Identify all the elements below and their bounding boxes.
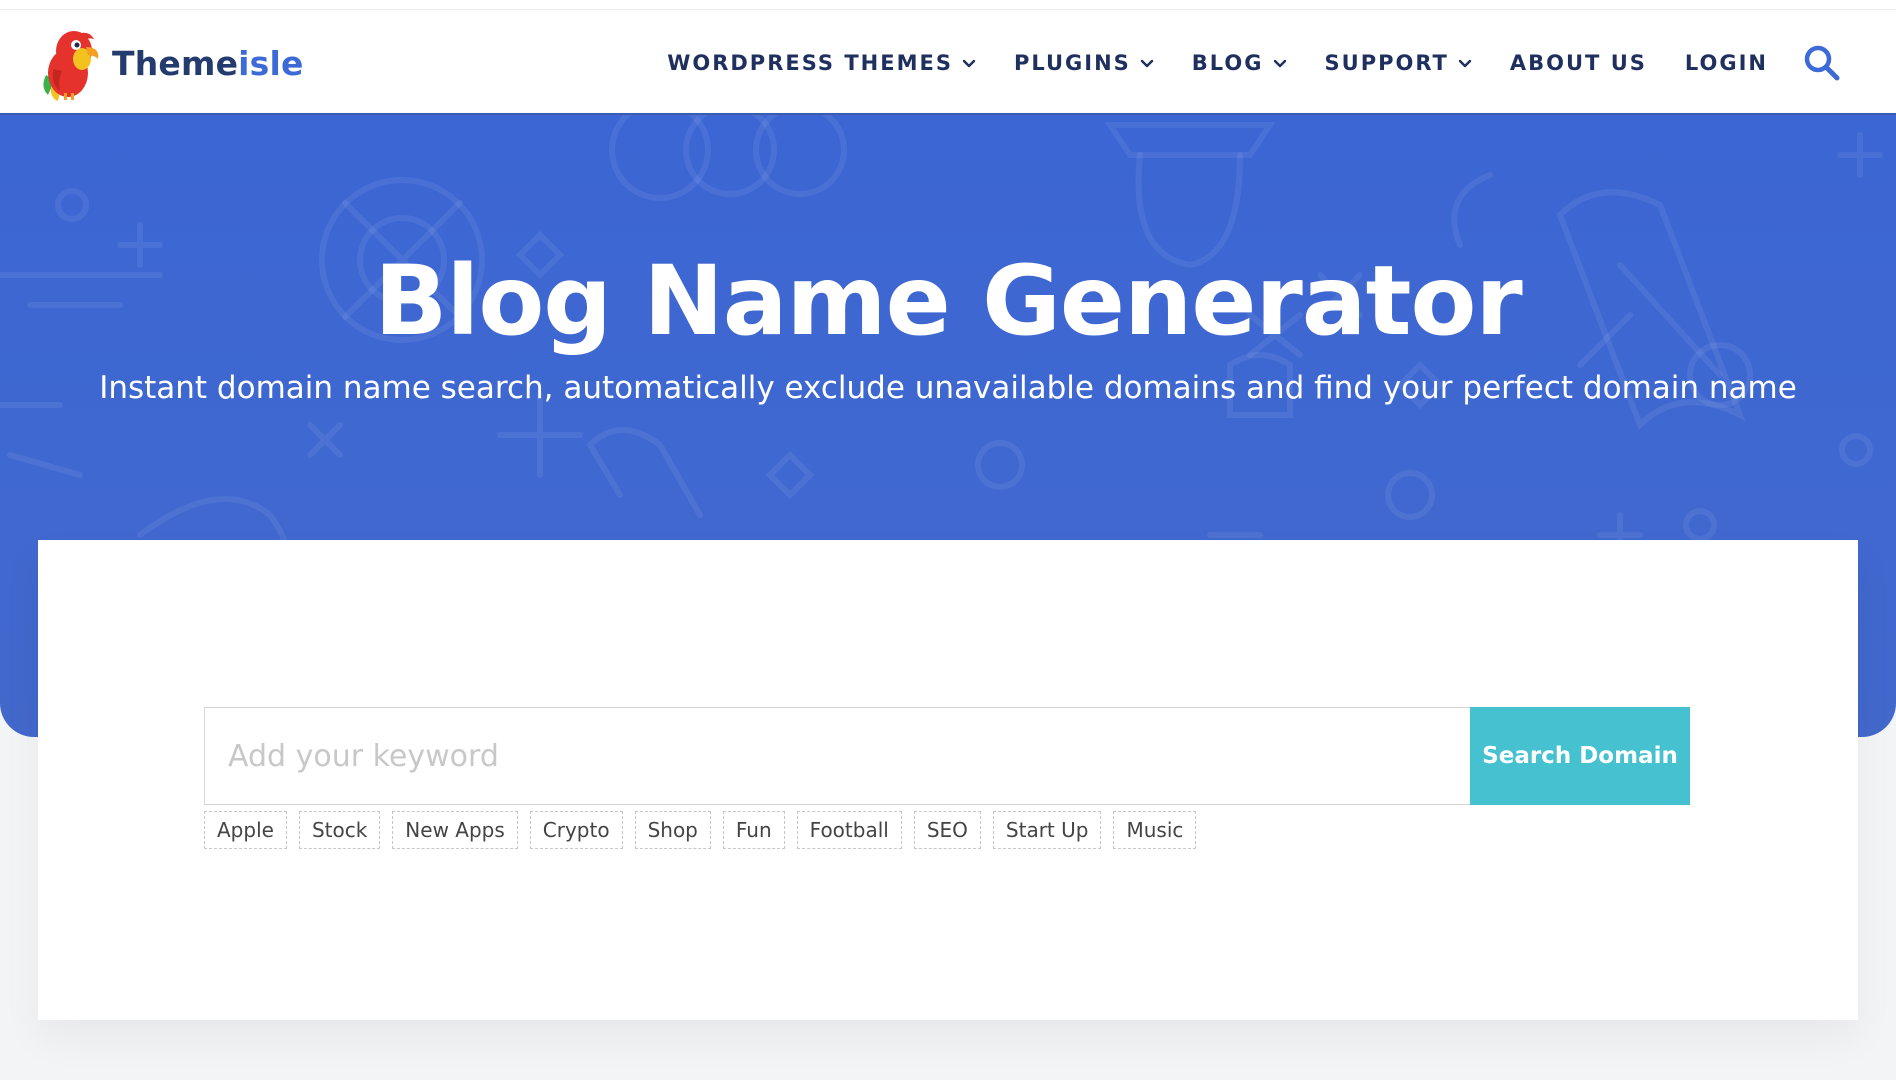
keyword-chip-football[interactable]: Football	[796, 811, 902, 849]
chevron-down-icon	[1273, 59, 1286, 67]
search-card: Search Domain Apple Stock New Apps Crypt…	[38, 540, 1858, 1020]
nav-item-plugins[interactable]: PLUGINS	[1014, 51, 1154, 75]
suggested-keywords: Apple Stock New Apps Crypto Shop Fun Foo…	[204, 811, 1208, 849]
keyword-chip-crypto[interactable]: Crypto	[529, 811, 623, 849]
nav-item-wordpress-themes[interactable]: WORDPRESS THEMES	[667, 51, 976, 75]
domain-search-form: Search Domain	[204, 707, 1690, 805]
page-subtitle: Instant domain name search, automaticall…	[99, 370, 1797, 406]
nav-item-login[interactable]: LOGIN	[1685, 51, 1768, 75]
brand-name: Themeisle	[112, 44, 304, 83]
keyword-chip-start-up[interactable]: Start Up	[992, 811, 1102, 849]
brand-name-part2: isle	[238, 43, 304, 83]
chevron-down-icon	[962, 59, 976, 67]
nav-item-label: PLUGINS	[1013, 50, 1131, 75]
keyword-input[interactable]	[204, 707, 1470, 805]
keyword-chip-seo[interactable]: SEO	[913, 811, 981, 849]
nav-item-label: BLOG	[1191, 50, 1264, 75]
brand-name-part1: Theme	[112, 43, 239, 83]
page-title: Blog Name Generator	[374, 245, 1523, 357]
search-domain-button[interactable]: Search Domain	[1470, 707, 1690, 805]
chevron-down-icon	[1140, 59, 1153, 67]
keyword-chip-new-apps[interactable]: New Apps	[392, 811, 518, 849]
parrot-logo-icon	[43, 31, 99, 101]
keyword-chip-shop[interactable]: Shop	[634, 811, 711, 849]
nav-item-label: SUPPORT	[1324, 50, 1449, 75]
chevron-down-icon	[1458, 59, 1472, 67]
nav-item-label: ABOUT US	[1509, 50, 1647, 75]
nav-item-blog[interactable]: BLOG	[1192, 51, 1287, 75]
nav-item-support[interactable]: SUPPORT	[1325, 51, 1472, 75]
nav-item-about-us[interactable]: ABOUT US	[1510, 51, 1647, 75]
nav-item-label: LOGIN	[1684, 50, 1768, 75]
site-logo[interactable]: Themeisle	[38, 24, 304, 102]
site-header: Themeisle WORDPRESS THEMES PLUGINS BLOG …	[0, 10, 1896, 115]
nav-item-label: WORDPRESS THEMES	[667, 50, 953, 75]
search-icon[interactable]	[1802, 43, 1842, 83]
keyword-chip-music[interactable]: Music	[1113, 811, 1197, 849]
main-nav: WORDPRESS THEMES PLUGINS BLOG SUPPORT AB…	[629, 10, 1842, 115]
top-strip	[0, 0, 1896, 10]
keyword-chip-fun[interactable]: Fun	[722, 811, 785, 849]
keyword-chip-apple[interactable]: Apple	[204, 811, 287, 849]
keyword-chip-stock[interactable]: Stock	[298, 811, 381, 849]
